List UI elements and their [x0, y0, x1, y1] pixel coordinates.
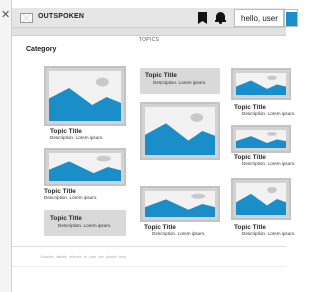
left-drawer: ✕	[0, 0, 12, 292]
topic-card-image[interactable]	[231, 68, 291, 100]
topic-description: Description. Lorem ipsum.	[58, 223, 112, 228]
topic-card[interactable]: Topic Title Description. Lorem ipsum.	[140, 68, 220, 94]
user-menu-button[interactable]: hello, user	[234, 9, 284, 27]
close-icon[interactable]: ✕	[1, 10, 10, 21]
image-placeholder-icon	[49, 77, 121, 121]
topic-title: Topic Title	[50, 215, 82, 222]
topic-card-image[interactable]	[44, 66, 126, 126]
topic-title[interactable]: Topic Title	[44, 188, 76, 195]
image-placeholder-icon[interactable]	[20, 13, 33, 23]
avatar-image-icon	[286, 12, 297, 26]
tab-topics[interactable]: TOPICS	[139, 36, 159, 44]
top-bar: OUTSPOKEN hello, user	[12, 8, 298, 28]
topic-description: Description. Lorem ipsum.	[50, 135, 104, 140]
footer-divider	[12, 246, 286, 247]
topic-title[interactable]: Topic Title	[144, 224, 176, 231]
image-placeholder-icon	[145, 113, 215, 155]
topic-description: Description. Lorem ipsum.	[152, 231, 206, 236]
topic-card-image[interactable]	[231, 125, 291, 153]
footer-divider	[12, 266, 286, 267]
image-placeholder-icon	[145, 193, 215, 217]
topic-description: Description. Lorem ipsum.	[153, 80, 207, 85]
topic-card-image[interactable]	[44, 148, 126, 186]
brand-name[interactable]: OUTSPOKEN	[38, 13, 84, 20]
topic-description: Description. Lorem ipsum.	[242, 161, 296, 166]
topic-title[interactable]: Topic Title	[234, 104, 266, 111]
topic-title[interactable]: Topic Title	[50, 128, 82, 135]
topic-title: Topic Title	[145, 72, 177, 79]
topic-card-image[interactable]	[140, 102, 220, 160]
topic-card[interactable]: Topic Title Description. Lorem ipsum.	[44, 210, 126, 236]
tab-strip: TOPICS	[12, 28, 286, 43]
topic-description: Description. Lorem ipsum.	[242, 231, 296, 236]
section-title: Category	[26, 46, 57, 53]
image-placeholder-icon	[236, 132, 286, 148]
topic-title[interactable]: Topic Title	[234, 224, 266, 231]
image-placeholder-icon	[236, 75, 286, 95]
bookmark-icon[interactable]	[198, 12, 207, 24]
image-placeholder-icon	[236, 186, 286, 215]
topic-card-image[interactable]	[231, 178, 291, 220]
topic-title[interactable]: Topic Title	[234, 154, 266, 161]
bell-icon[interactable]	[215, 12, 226, 24]
footer-text: Consider details relevant to user are pl…	[40, 255, 127, 259]
topic-description: Description. Lorem ipsum.	[242, 111, 296, 116]
topic-description: Description. Lorem ipsum.	[44, 195, 98, 200]
image-placeholder-icon	[49, 155, 121, 181]
topic-card-image[interactable]	[140, 186, 220, 222]
avatar[interactable]	[284, 9, 298, 27]
